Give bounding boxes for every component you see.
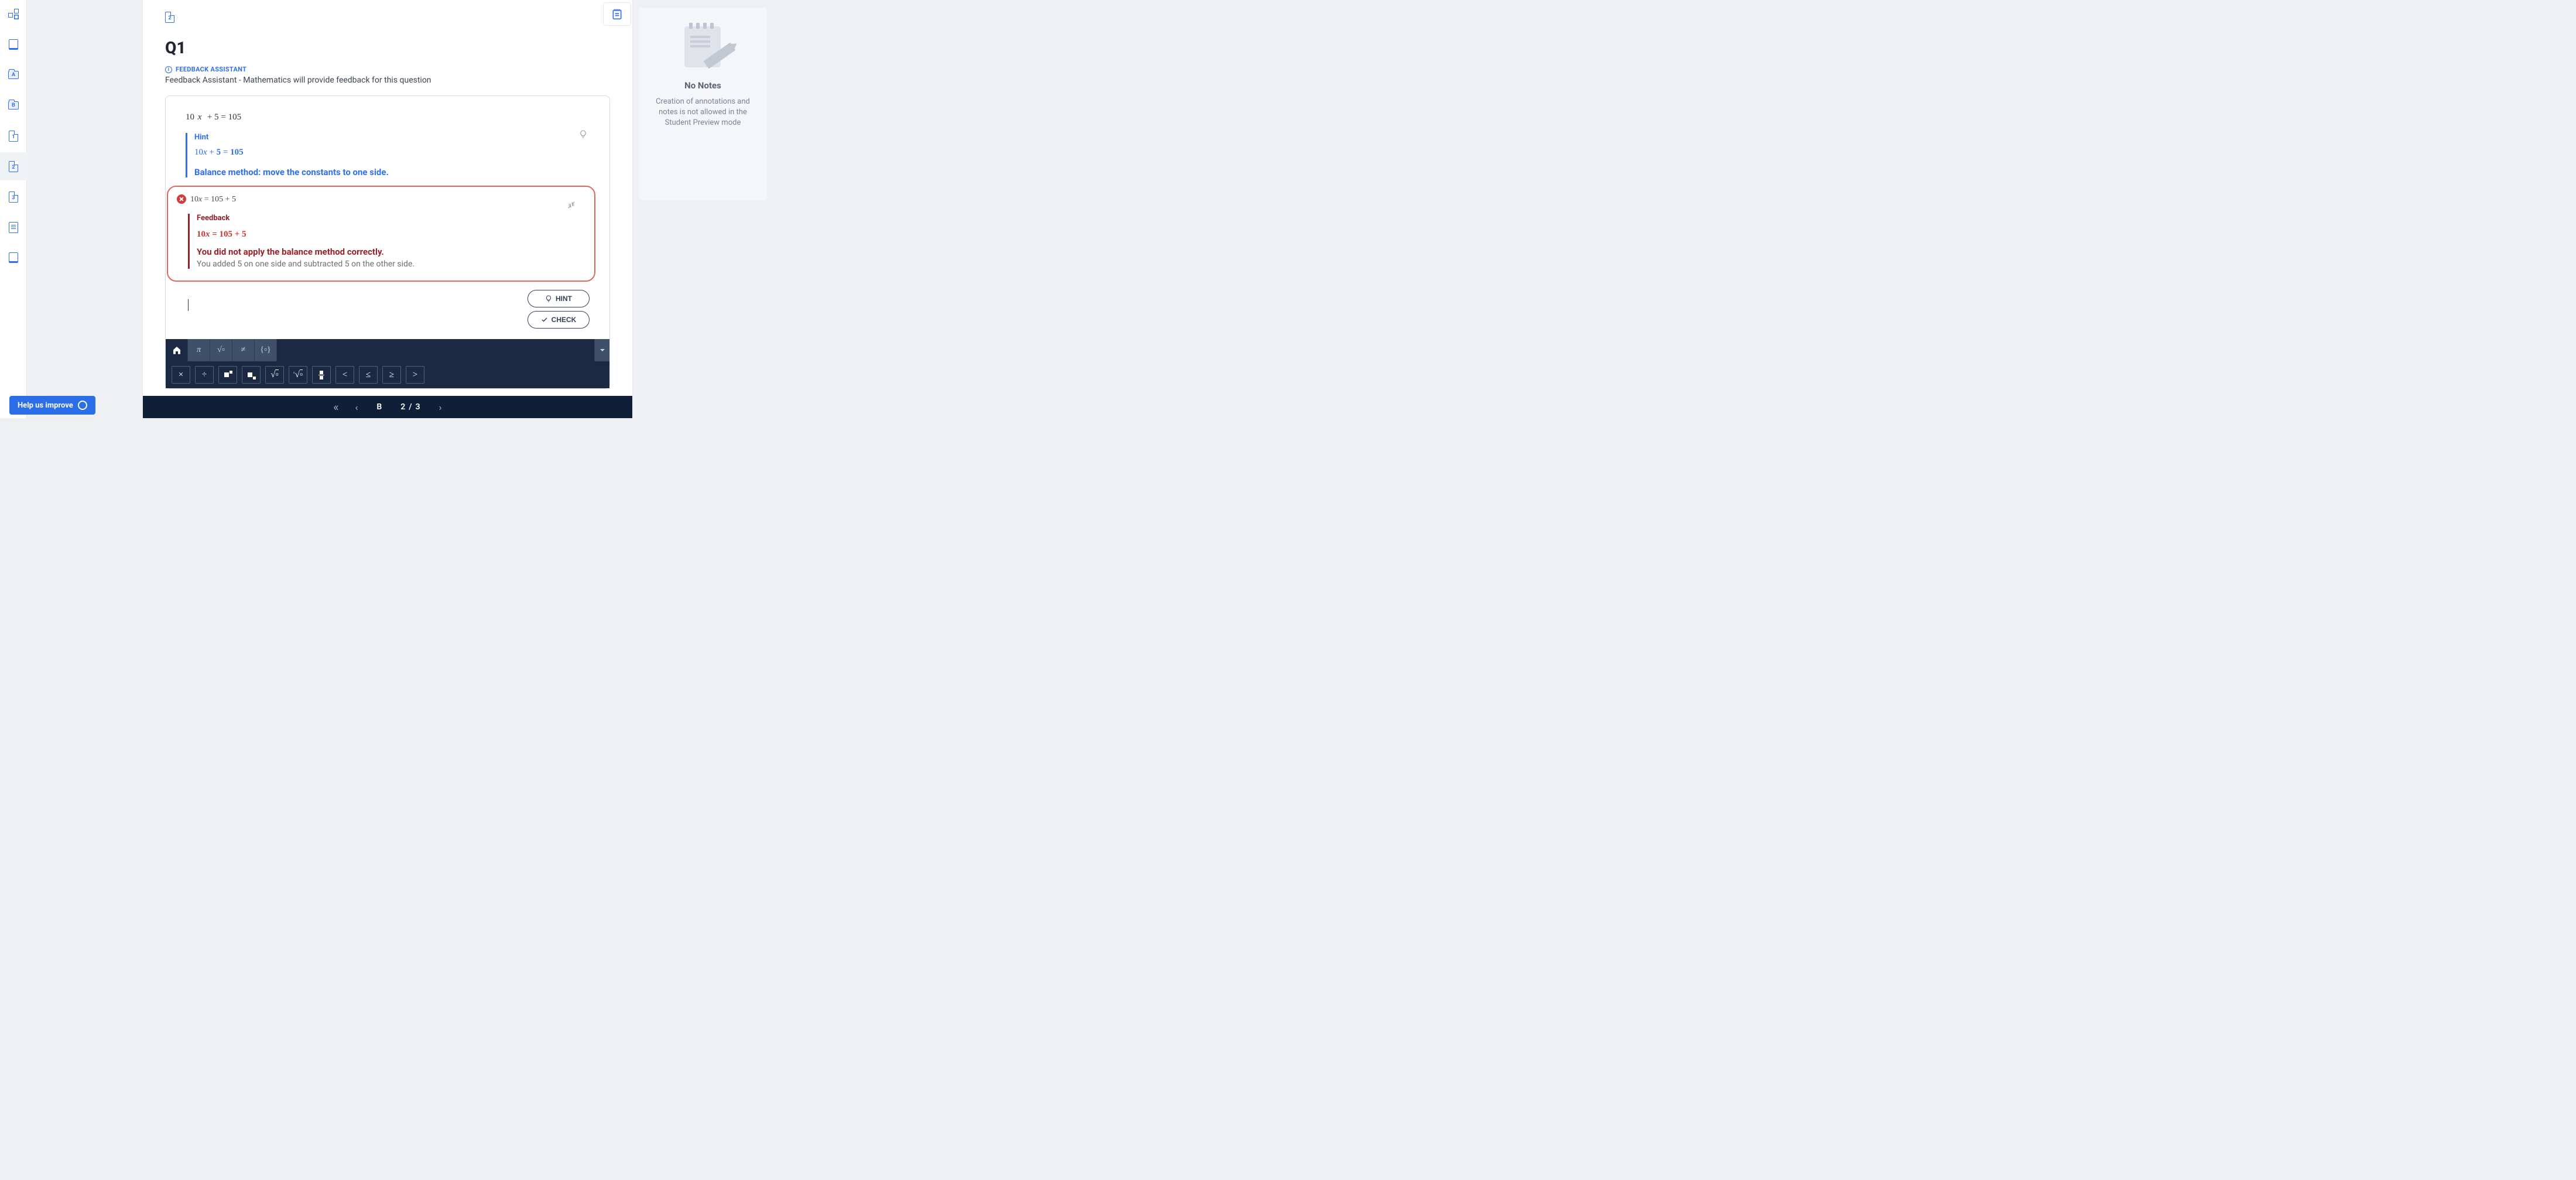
nav-total: 3 bbox=[416, 402, 420, 412]
question-card: 10 x + 5 = 105 Hint 10x + 5 = 105 Balanc… bbox=[165, 95, 610, 389]
math-toolbar: π √▫ ≠ {▫} × ÷ √▫ ▫√▫ < bbox=[166, 339, 609, 388]
book-icon bbox=[9, 39, 18, 50]
hint-label: Hint bbox=[194, 133, 590, 142]
feedback-headline: You did not apply the balance method cor… bbox=[197, 247, 584, 257]
notes-illustration bbox=[674, 22, 732, 69]
op-fraction[interactable] bbox=[312, 366, 331, 384]
notes-toggle-button[interactable] bbox=[603, 2, 631, 26]
feedback-label: Feedback bbox=[197, 214, 584, 223]
chevron-down-icon bbox=[600, 347, 605, 353]
question-title: Q1 bbox=[165, 38, 610, 57]
nav-prev[interactable]: ‹ bbox=[355, 402, 358, 413]
toolbar-tab-root[interactable]: √▫ bbox=[210, 339, 232, 361]
assistant-description: Feedback Assistant - Mathematics will pr… bbox=[165, 76, 610, 85]
sidebar-item-tree[interactable] bbox=[0, 0, 27, 28]
sidebar-item-section-a[interactable] bbox=[0, 61, 27, 89]
op-subscript[interactable] bbox=[242, 366, 261, 384]
toolbar-tab-pi[interactable]: π bbox=[188, 339, 210, 361]
nav-pos: 2 / 3 bbox=[400, 402, 420, 412]
op-divide[interactable]: ÷ bbox=[195, 366, 214, 384]
bottom-pagination: « ‹ B 2 / 3 › bbox=[143, 396, 632, 418]
smile-icon bbox=[78, 401, 87, 410]
sidebar-item-page-3[interactable] bbox=[0, 183, 27, 211]
nav-section: B bbox=[376, 402, 382, 412]
sidebar-item-book[interactable] bbox=[0, 30, 27, 59]
check-button-label: CHECK bbox=[551, 316, 577, 324]
sidebar-item-book-2[interactable] bbox=[0, 244, 27, 272]
hint-text: Balance method: move the constants to on… bbox=[194, 167, 590, 177]
help-label: Help us improve bbox=[18, 401, 73, 410]
wrong-icon bbox=[177, 194, 186, 204]
nav-first[interactable]: « bbox=[334, 401, 337, 413]
sidebar-item-pages[interactable] bbox=[0, 213, 27, 241]
main-panel: Q1 i FEEDBACK ASSISTANT Feedback Assista… bbox=[143, 0, 632, 418]
hint-equation: 10x + 5 = 105 bbox=[194, 148, 590, 158]
doc-2-icon bbox=[9, 161, 18, 172]
op-sqrt[interactable]: √▫ bbox=[265, 366, 284, 384]
current-page-badge bbox=[165, 12, 610, 25]
nav-sep: / bbox=[409, 402, 412, 412]
op-superscript[interactable] bbox=[218, 366, 237, 384]
sidebar-item-page-1[interactable] bbox=[0, 122, 27, 150]
toolbar-tab-home[interactable] bbox=[166, 339, 188, 361]
pages-icon bbox=[9, 222, 18, 233]
hint-button-label: HINT bbox=[556, 295, 572, 303]
op-nthroot[interactable]: ▫√▫ bbox=[289, 366, 307, 384]
student-answer-line: 10x = 105 + 5 bbox=[190, 195, 584, 204]
info-icon: i bbox=[165, 66, 172, 73]
assistant-label: FEEDBACK ASSISTANT bbox=[176, 66, 246, 73]
notepad-icon bbox=[611, 8, 623, 20]
toolbar-tab-more[interactable] bbox=[594, 339, 609, 361]
book-2-icon bbox=[9, 252, 18, 263]
toolbar-tab-neq[interactable]: ≠ bbox=[232, 339, 255, 361]
collapse-icon[interactable] bbox=[567, 201, 576, 211]
hint-block: Hint 10x + 5 = 105 Balance method: move … bbox=[186, 133, 590, 177]
notes-subtitle: Creation of annotations and notes is not… bbox=[649, 97, 756, 129]
op-lt[interactable]: < bbox=[335, 366, 354, 384]
feedback-detail: You added 5 on one side and subtracted 5… bbox=[197, 259, 584, 269]
feedback-assistant-tag: i FEEDBACK ASSISTANT bbox=[165, 66, 610, 73]
folder-a-icon bbox=[8, 71, 19, 79]
check-icon bbox=[541, 316, 548, 323]
folder-b-icon bbox=[8, 101, 19, 110]
toolbar-tab-set[interactable]: {▫} bbox=[255, 339, 277, 361]
sidebar-item-section-b[interactable] bbox=[0, 91, 27, 119]
lightbulb-icon bbox=[579, 129, 587, 141]
help-us-improve-button[interactable]: Help us improve bbox=[9, 396, 95, 415]
sidebar-item-page-2[interactable] bbox=[0, 152, 27, 180]
op-multiply[interactable]: × bbox=[172, 366, 190, 384]
check-button[interactable]: CHECK bbox=[527, 311, 590, 329]
feedback-block: Feedback 10x = 105 + 5 You did not apply… bbox=[188, 214, 584, 269]
doc-1-icon bbox=[9, 131, 18, 142]
feedback-equation: 10x = 105 + 5 bbox=[197, 230, 584, 240]
feedback-bubble: 10x = 105 + 5 Feedback 10x = 105 + 5 You… bbox=[167, 186, 595, 282]
notes-title: No Notes bbox=[649, 80, 756, 91]
lightbulb-icon bbox=[545, 295, 552, 302]
op-ge[interactable]: ≥ bbox=[382, 366, 401, 384]
answer-input-row: HINT CHECK bbox=[186, 290, 590, 329]
notes-panel: No Notes Creation of annotations and not… bbox=[639, 8, 767, 200]
op-le[interactable]: ≤ bbox=[359, 366, 378, 384]
sidebar-nav bbox=[0, 0, 27, 418]
nav-current: 2 bbox=[400, 402, 405, 412]
doc-3-icon bbox=[9, 191, 18, 203]
home-icon bbox=[172, 346, 181, 355]
op-gt[interactable]: > bbox=[406, 366, 424, 384]
hint-button[interactable]: HINT bbox=[527, 290, 590, 307]
answer-input[interactable] bbox=[186, 299, 520, 319]
page-badge-icon bbox=[165, 12, 174, 23]
tree-icon bbox=[8, 9, 19, 19]
nav-next[interactable]: › bbox=[439, 402, 442, 413]
given-equation: 10 x + 5 = 105 bbox=[186, 112, 590, 122]
